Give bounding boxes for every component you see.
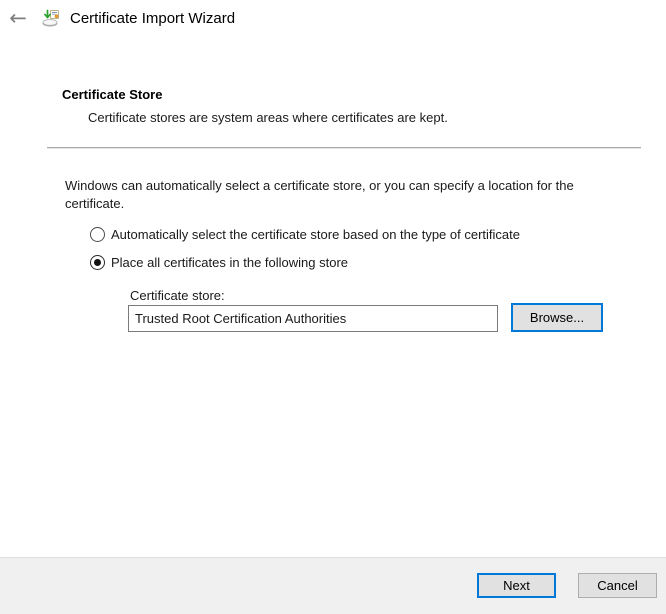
- certificate-store-label: Certificate store:: [130, 288, 225, 303]
- radio-button-icon[interactable]: [90, 226, 105, 242]
- back-arrow-icon: ←: [9, 6, 27, 30]
- browse-button[interactable]: Browse...: [511, 303, 603, 332]
- back-button[interactable]: ←: [5, 5, 31, 31]
- cancel-button[interactable]: Cancel: [578, 573, 657, 598]
- header-divider: [47, 147, 641, 149]
- radio-option-label: Place all certificates in the following …: [111, 254, 349, 270]
- intro-text: Windows can automatically select a certi…: [65, 178, 574, 211]
- radio-option-auto-select[interactable]: Automatically select the certificate sto…: [90, 226, 520, 242]
- page-heading: Certificate Store: [62, 87, 163, 102]
- certificate-import-icon: [42, 9, 60, 27]
- radio-option-label: Automatically select the certificate sto…: [111, 226, 520, 242]
- certificate-store-input[interactable]: [128, 305, 498, 332]
- footer-bar: [0, 557, 666, 614]
- window-title: Certificate Import Wizard: [70, 10, 236, 27]
- radio-button-icon[interactable]: [90, 254, 105, 270]
- page-description: Certificate stores are system areas wher…: [88, 110, 448, 125]
- certificate-import-wizard-window: ← Certificate Import Wizard Certificate …: [0, 0, 666, 614]
- radio-option-place-in-store[interactable]: Place all certificates in the following …: [90, 254, 348, 270]
- next-button[interactable]: Next: [477, 573, 556, 598]
